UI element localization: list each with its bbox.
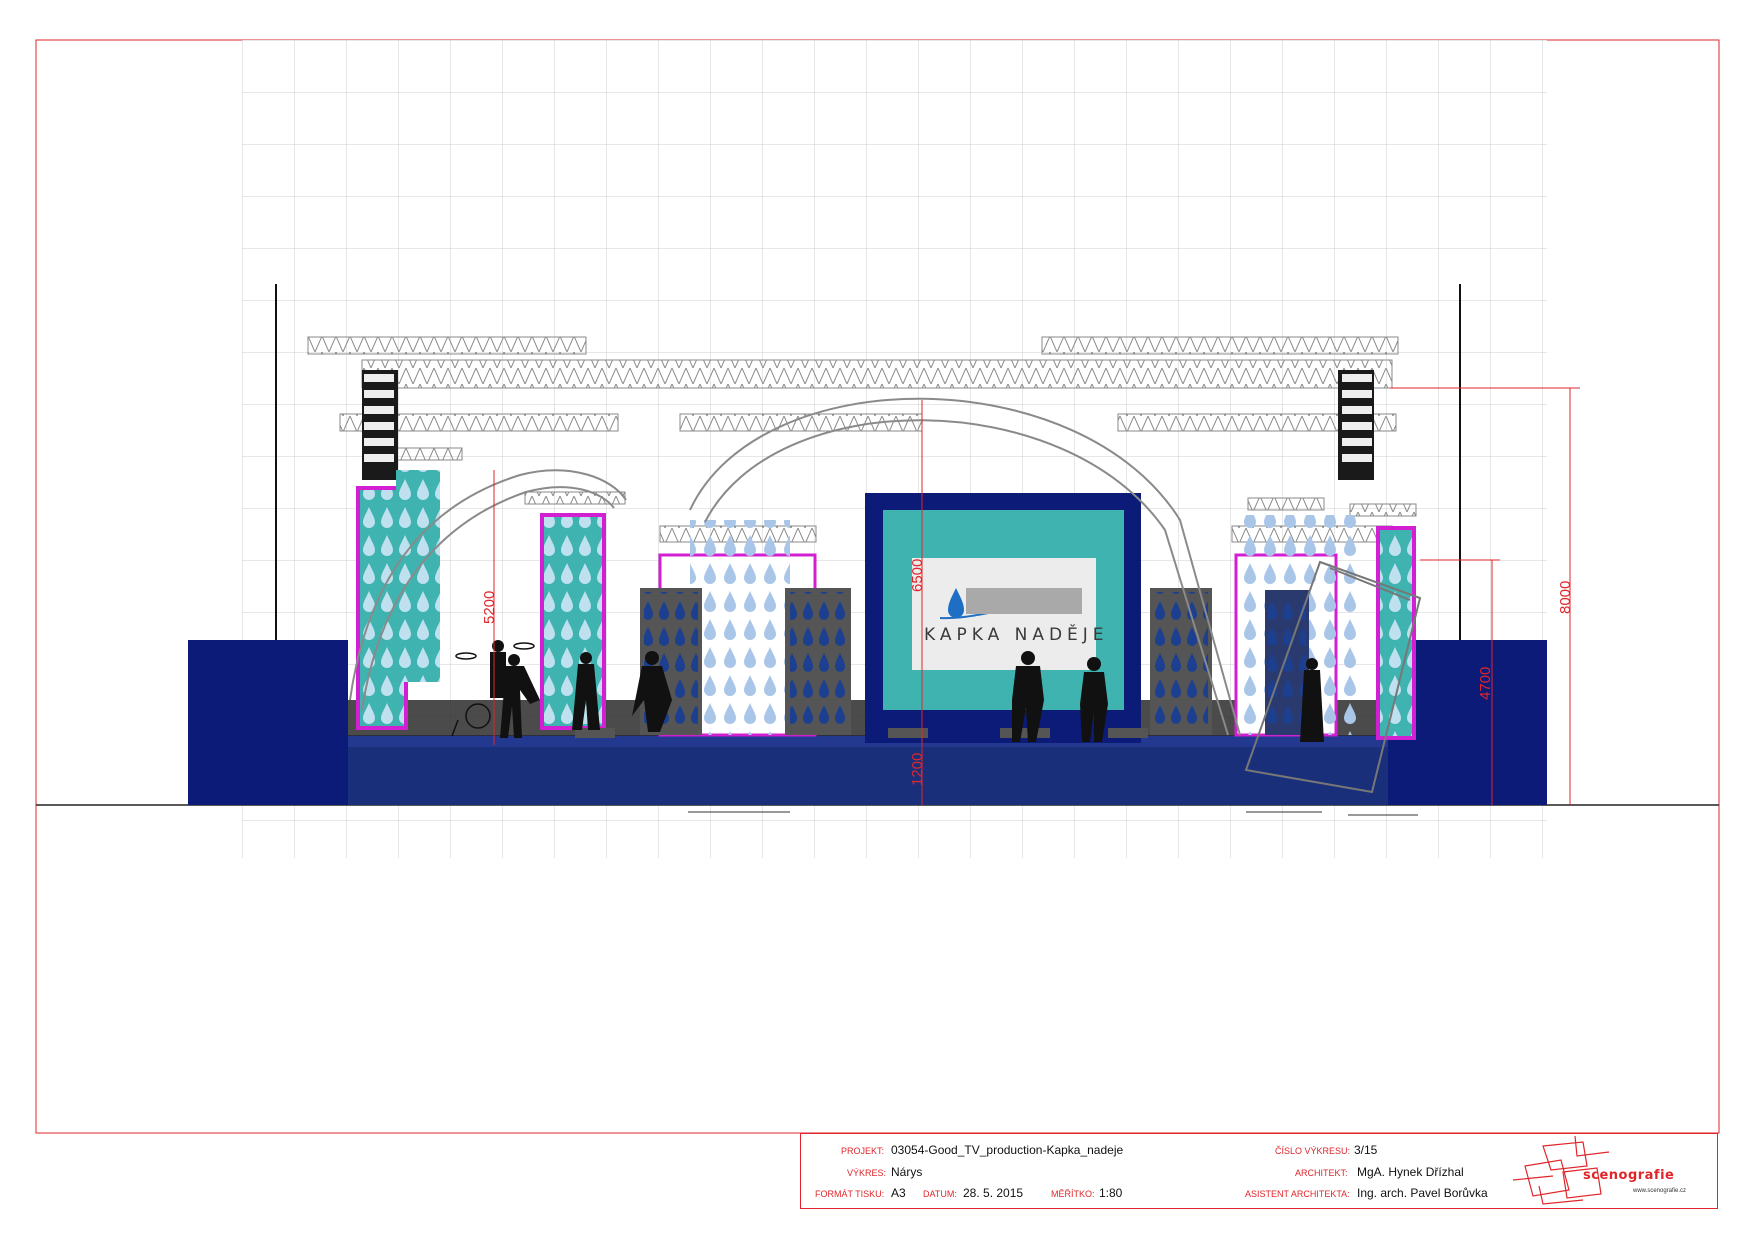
speaker-array-right [1338, 370, 1374, 480]
stage-elevation-drawing: KAPKA NADĚJE 6500 5200 1200 8000 4700 [35, 39, 1720, 1134]
dimension-total-height: 8000 [1557, 581, 1574, 614]
center-left-drop-wall-drops [690, 520, 790, 735]
title-block: PROJEKT: 03054-Good_TV_production-Kapka_… [800, 1133, 1718, 1209]
format-value: A3 [891, 1186, 906, 1200]
datum-value: 28. 5. 2015 [963, 1186, 1024, 1200]
truss-small-left [395, 447, 463, 461]
riser-3 [1000, 728, 1050, 738]
dark-panel-right-a-drops [1154, 592, 1208, 732]
vykres-value: Nárys [891, 1165, 923, 1179]
truss-small-right-b [1349, 503, 1417, 517]
right-panel-teal-drops [1380, 530, 1412, 736]
dimension-truss-height: 6500 [909, 559, 926, 592]
cislo-label: ČÍSLO VÝKRESU: [1275, 1146, 1351, 1156]
riser-4 [1108, 728, 1148, 738]
brand-web: www.scenografie.cz [1633, 1188, 1687, 1194]
truss-small-right-a [1247, 497, 1325, 511]
logo-grey-band [966, 588, 1082, 614]
projekt-label: PROJEKT: [841, 1146, 885, 1156]
asistent-label: ASISTENT ARCHITEKTA: [1245, 1189, 1350, 1199]
left-panel-teal-a-drops [396, 470, 440, 682]
left-wing-block [188, 640, 348, 805]
dimension-left-arch-height: 5200 [481, 591, 498, 624]
projekt-value: 03054-Good_TV_production-Kapka_nadeje [891, 1143, 1124, 1157]
truss-main [361, 359, 1393, 389]
cislo-value: 3/15 [1354, 1143, 1378, 1157]
stage-platform [348, 745, 1388, 805]
dimension-stage-height: 1200 [909, 753, 926, 786]
meritko-value: 1:80 [1099, 1186, 1123, 1200]
dark-panel-left-b-drops [790, 592, 846, 732]
speaker-array-left [362, 370, 398, 480]
asistent-value: Ing. arch. Pavel Borůvka [1357, 1186, 1488, 1200]
truss-top-right [1041, 336, 1399, 355]
architekt-label: ARCHITEKT: [1295, 1168, 1348, 1178]
format-label: FORMÁT TISKU: [815, 1189, 885, 1199]
screen-logo-title: KAPKA NADĚJE [924, 623, 1109, 645]
meritko-label: MĚŘÍTKO: [1051, 1189, 1095, 1199]
dimension-right-tower-height: 4700 [1477, 667, 1494, 700]
brand-name: scenografie [1583, 1168, 1675, 1183]
scenografie-logo: scenografie www.scenografie.cz [1512, 1135, 1711, 1206]
vykres-label: VÝKRES: [847, 1168, 887, 1178]
datum-label: DATUM: [923, 1189, 957, 1199]
architekt-value: MgA. Hynek Dřízhal [1357, 1165, 1464, 1179]
truss-top-left [307, 336, 587, 355]
